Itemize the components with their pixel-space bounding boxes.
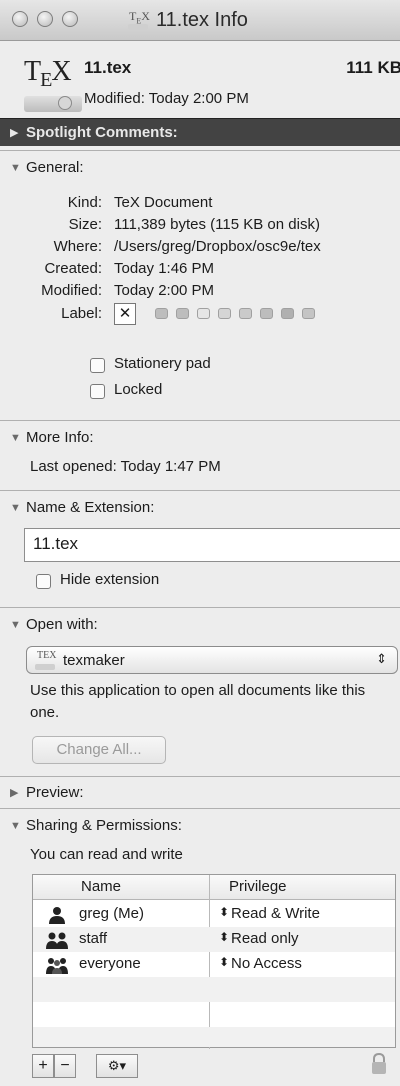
add-user-button[interactable]: + [32, 1054, 54, 1078]
modified-value: Today 2:00 PM [114, 282, 215, 299]
where-label: Where: [53, 238, 102, 255]
file-name-field[interactable]: 11.tex [24, 528, 400, 562]
lock-icon[interactable] [370, 1052, 388, 1076]
label-swatch[interactable] [239, 308, 252, 319]
sharing-permissions-section-header[interactable]: ▼ Sharing & Permissions: [0, 808, 400, 842]
modified-label: Modified: [41, 282, 102, 299]
label-none-swatch[interactable]: ✕ [114, 303, 136, 325]
disclosure-right-icon: ▶ [10, 787, 19, 799]
open-with-app-name: texmaker [63, 651, 125, 669]
privilege-stepper-icon[interactable]: ⬍ [219, 930, 229, 944]
minimize-button[interactable] [37, 11, 53, 27]
user-name: greg (Me) [79, 905, 145, 922]
table-row[interactable]: everyone ⬍ No Access [33, 952, 395, 977]
popup-arrows-icon: ⇕ [376, 651, 387, 666]
label-swatch[interactable] [281, 308, 294, 319]
created-value: Today 1:46 PM [114, 260, 215, 277]
remove-user-button[interactable]: − [54, 1054, 76, 1078]
column-header-name[interactable]: Name [81, 878, 121, 895]
privilege-value[interactable]: Read only [231, 930, 299, 947]
last-opened-text: Last opened: Today 1:47 PM [30, 458, 221, 475]
table-row [33, 1002, 395, 1027]
tex-app-icon: TEX [35, 650, 57, 670]
user-name: staff [79, 930, 108, 947]
general-section-header[interactable]: ▼ General: [0, 150, 400, 184]
table-row[interactable]: staff ⬍ Read only [33, 927, 395, 952]
table-row [33, 1027, 395, 1047]
privilege-value[interactable]: Read & Write [231, 905, 320, 922]
hide-extension-label: Hide extension [60, 571, 160, 588]
modified-summary: Modified: Today 2:00 PM [84, 90, 249, 107]
change-all-button[interactable]: Change All... [32, 736, 166, 764]
label-swatch[interactable] [155, 308, 168, 319]
tex-file-icon: TEX [128, 9, 150, 31]
table-row[interactable]: greg (Me) ⬍ Read & Write [33, 902, 395, 927]
more-info-section-header[interactable]: ▼ More Info: [0, 420, 400, 454]
size-label: Size: [68, 216, 102, 233]
group-icon [46, 932, 68, 949]
disclosure-down-icon: ▼ [10, 501, 21, 514]
created-label: Created: [44, 260, 102, 277]
disclosure-down-icon: ▼ [10, 431, 21, 444]
kind-label: Kind: [67, 194, 102, 211]
locked-label: Locked [114, 381, 163, 398]
preview-section-header[interactable]: ▶ Preview: [0, 776, 400, 808]
permissions-table-header: Name Privilege [33, 875, 395, 900]
privilege-stepper-icon[interactable]: ⬍ [219, 905, 229, 919]
disclosure-down-icon: ▼ [10, 819, 21, 832]
window-title: 11.tex Info [156, 8, 248, 31]
label-label: Label: [61, 305, 102, 322]
permissions-table: Name Privilege greg (Me) ⬍ Read & Write … [32, 874, 396, 1049]
kind-value: TeX Document [114, 194, 213, 211]
privilege-stepper-icon[interactable]: ⬍ [219, 955, 229, 969]
label-swatch[interactable] [197, 308, 210, 319]
stationery-pad-checkbox[interactable] [90, 358, 105, 373]
name-extension-section-header[interactable]: ▼ Name & Extension: [0, 490, 400, 524]
disclosure-down-icon: ▼ [10, 618, 21, 631]
zoom-button[interactable] [62, 11, 78, 27]
user-name: everyone [79, 955, 141, 972]
stationery-pad-label: Stationery pad [114, 355, 211, 372]
hide-extension-checkbox[interactable] [36, 574, 51, 589]
label-swatch[interactable] [302, 308, 315, 319]
file-size-short: 111 KB [346, 58, 400, 77]
open-with-description: Use this application to open all documen… [30, 682, 366, 721]
label-swatch[interactable] [260, 308, 273, 319]
gear-menu-button[interactable]: ⚙▾ [96, 1054, 138, 1078]
close-button[interactable] [12, 11, 28, 27]
where-value: /Users/greg/Dropbox/osc9e/tex [114, 238, 321, 255]
locked-checkbox[interactable] [90, 384, 105, 399]
everyone-icon [46, 958, 68, 974]
column-header-privilege[interactable]: Privilege [229, 878, 287, 895]
spotlight-comments-header[interactable]: ▶ Spotlight Comments: [0, 118, 400, 146]
open-with-section-header[interactable]: ▼ Open with: [0, 607, 400, 641]
sharing-summary: You can read and write [30, 846, 183, 863]
file-preview-icon: TEX [8, 56, 82, 120]
disclosure-right-icon: ▶ [10, 127, 19, 139]
label-swatch[interactable] [176, 308, 189, 319]
disclosure-down-icon: ▼ [10, 161, 21, 174]
single-user-icon [49, 907, 65, 924]
open-with-app-popup[interactable]: TEX texmaker ⇕ [26, 646, 398, 674]
privilege-value[interactable]: No Access [231, 955, 302, 972]
table-row [33, 977, 395, 1002]
label-swatch[interactable] [218, 308, 231, 319]
file-name: 11.tex [84, 58, 132, 77]
title-bar: TEX 11.tex Info [0, 0, 400, 41]
size-value: 111,389 bytes (115 KB on disk) [114, 216, 320, 233]
